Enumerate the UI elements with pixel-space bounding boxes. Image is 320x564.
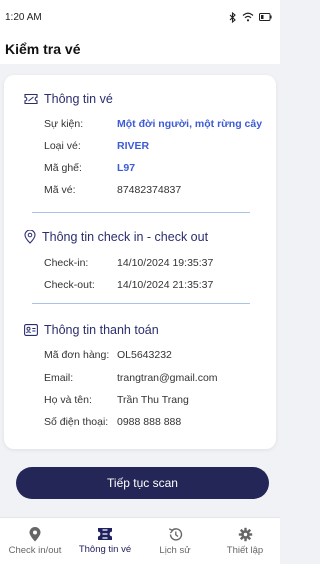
nav-label-ticket-info: Thông tin vé [78,544,132,555]
ticket-detail-card: Thông tin vé Sự kiện: Một đời người, một… [4,75,276,449]
status-icons [229,11,272,23]
app-header: Kiểm tra vé [0,34,280,64]
event-label: Sự kiện: [44,118,84,130]
checkin-label: Check-in: [44,257,89,269]
nav-label-history: Lịch sử [159,544,191,556]
email-value: trangtran@gmail.com [117,372,218,384]
bluetooth-icon [229,11,236,23]
event-value: Một đời người, một rừng cây [117,118,263,130]
ticket-info-title: Thông tin vé [44,92,113,106]
ticket-code-value: 87482374837 [117,184,182,196]
fullname-value: Trần Thu Trang [117,394,189,406]
payment-info-title: Thông tin thanh toán [44,323,159,337]
history-icon [168,527,182,541]
ticket-type-label: Loại vé: [44,140,81,152]
nav-label-settings: Thiết lập [226,544,264,556]
ticket-code-label: Mã vé: [44,184,76,196]
payment-info-header: Thông tin thanh toán [24,323,159,337]
battery-icon [259,13,272,21]
nav-item-settings[interactable]: Thiết lập [210,518,280,564]
nav-item-history[interactable]: Lịch sử [140,518,210,564]
fullname-label: Họ và tên: [44,394,92,406]
fullname-row: Họ và tên: Trần Thu Trang [44,394,274,406]
email-label: Email: [44,372,74,384]
gear-icon [238,527,252,541]
checkout-row: Check-out: 14/10/2024 21:35:37 [44,279,274,291]
event-row: Sự kiện: Một đời người, một rừng cây [44,118,274,130]
nav-label-check-in-out: Check in/out [8,544,62,556]
id-card-icon [24,324,38,336]
ticket-type-row: Loại vé: RIVER [44,140,274,152]
wifi-icon [242,12,254,22]
order-code-value: OL5643232 [117,349,172,361]
ticket-type-value: RIVER [117,140,150,152]
checkin-row: Check-in: 14/10/2024 19:35:37 [44,257,274,269]
bottom-nav: Check in/out Thông tin vé Lịch sử Thiết … [0,517,280,564]
nav-item-ticket-info[interactable]: Thông tin vé [70,518,140,564]
seat-row: Mã ghế: L97 [44,162,274,174]
order-code-label: Mã đơn hàng: [44,349,110,361]
order-code-row: Mã đơn hàng: OL5643232 [44,349,274,361]
phone-row: Số điện thoại: 0988 888 888 [44,416,274,428]
status-bar: 1:20 AM [0,0,280,34]
page-title: Kiểm tra vé [5,41,81,57]
ticket-code-row: Mã vé: 87482374837 [44,184,274,196]
seat-label: Mã ghế: [44,162,82,174]
status-time: 1:20 AM [5,11,42,23]
checkout-value: 14/10/2024 21:35:37 [117,279,214,291]
ticket-outline-icon [24,93,38,105]
continue-scan-button[interactable]: Tiếp tục scan [16,467,269,499]
email-row: Email: trangtran@gmail.com [44,372,274,384]
nav-item-check-in-out[interactable]: Check in/out [0,518,70,564]
ticket-icon [98,528,112,540]
location-pin-icon [29,526,41,541]
section-divider [32,212,250,213]
ticket-info-header: Thông tin vé [24,92,113,106]
phone-value: 0988 888 888 [117,416,182,428]
phone-label: Số điện thoại: [44,416,109,428]
seat-value: L97 [117,162,136,174]
location-pin-outline-icon [24,230,36,244]
section-divider [32,303,250,304]
checkin-info-title: Thông tin check in - check out [42,230,209,244]
checkout-label: Check-out: [44,279,95,291]
checkin-info-header: Thông tin check in - check out [24,230,208,244]
checkin-value: 14/10/2024 19:35:37 [117,257,214,269]
